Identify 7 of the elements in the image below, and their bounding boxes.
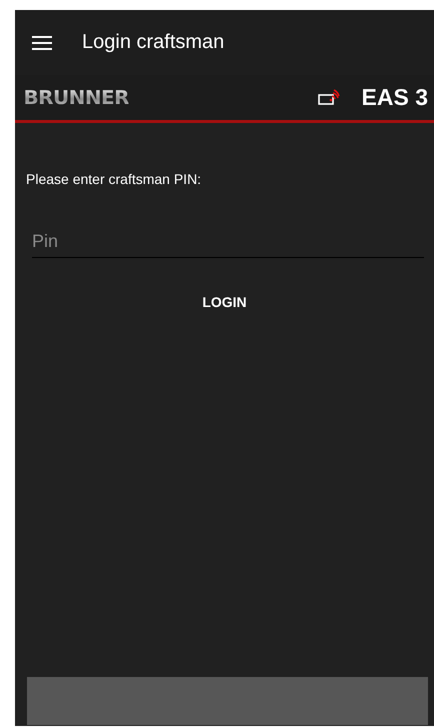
screen-title: Login craftsman	[82, 31, 224, 54]
pin-field[interactable]: Pin	[32, 227, 424, 258]
pin-prompt: Please enter craftsman PIN:	[26, 171, 202, 187]
device-name: EAS 3	[362, 84, 428, 111]
login-button[interactable]: LOGIN	[192, 288, 257, 316]
wireless-device-icon	[318, 89, 340, 106]
menu-icon[interactable]	[32, 36, 52, 50]
